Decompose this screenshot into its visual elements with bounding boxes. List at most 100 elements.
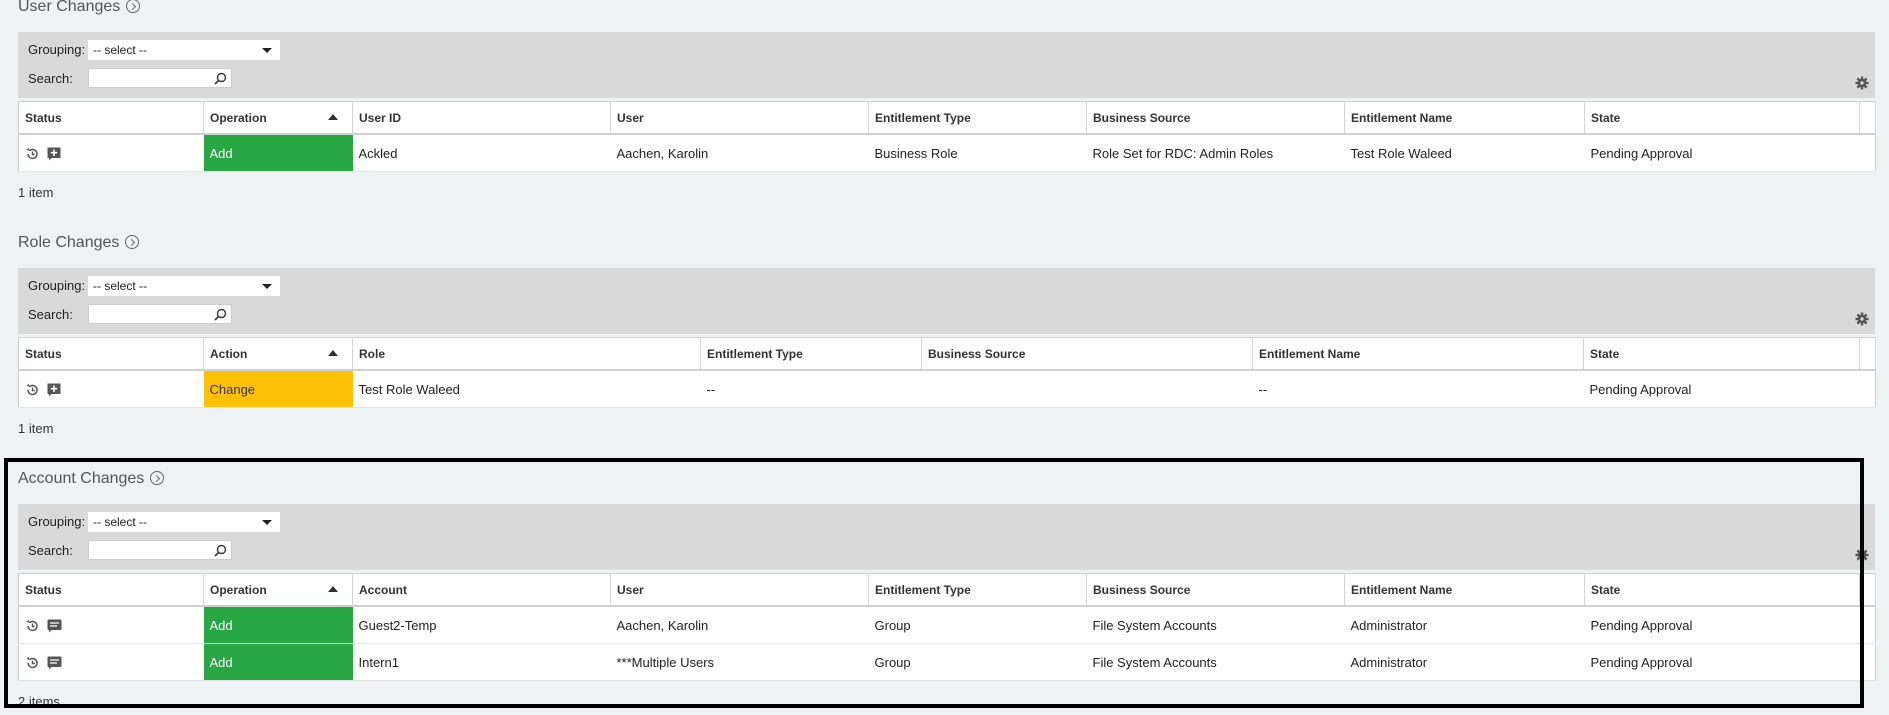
grouping-select[interactable]: -- select -- (88, 40, 280, 60)
row-spacer (1859, 134, 1876, 172)
search-icon (214, 544, 227, 557)
column-header-user[interactable]: User (610, 573, 869, 607)
table-row[interactable]: Add Intern1 ***Multiple Users Group File… (18, 643, 1876, 681)
comment-icon[interactable] (47, 619, 62, 633)
grouping-select[interactable]: -- select -- (88, 512, 280, 532)
user-changes-toolbar: Grouping: -- select -- Search: (18, 32, 1875, 98)
business-source-link[interactable]: File System Accounts (1086, 643, 1345, 681)
gear-icon[interactable] (1855, 312, 1869, 326)
business-source-cell (921, 370, 1253, 408)
status-cell (18, 606, 204, 644)
column-header-business-source[interactable]: Business Source (921, 337, 1253, 371)
table-header-row: Status Operation Account User Entitlemen… (18, 573, 1876, 607)
entitlement-name-link[interactable]: Administrator (1344, 643, 1585, 681)
user-id-cell: Ackled (352, 134, 611, 172)
account-link[interactable]: Intern1 (352, 643, 611, 681)
gear-icon[interactable] (1855, 548, 1869, 562)
search-input[interactable] (88, 304, 232, 324)
navigate-icon[interactable] (126, 0, 141, 13)
search-input[interactable] (88, 540, 232, 560)
status-cell (18, 643, 204, 681)
item-count: 1 item (18, 185, 54, 200)
status-cell (18, 134, 204, 172)
role-link[interactable]: Test Role Waleed (352, 370, 701, 408)
column-header-user-id[interactable]: User ID (352, 101, 611, 135)
action-badge: Change (203, 370, 353, 408)
operation-badge: Add (203, 606, 353, 644)
column-header-operation[interactable]: Operation (203, 101, 353, 135)
row-spacer (1859, 643, 1876, 681)
business-source-link[interactable]: Role Set for RDC: Admin Roles (1086, 134, 1345, 172)
column-header-entitlement-type[interactable]: Entitlement Type (700, 337, 922, 371)
navigate-icon[interactable] (125, 235, 140, 249)
column-header-entitlement-type[interactable]: Entitlement Type (868, 101, 1087, 135)
table-row[interactable]: Add Ackled Aachen, Karolin Business Role… (18, 134, 1876, 172)
role-changes-table: Status Action Role Entitlement Type Busi… (18, 337, 1876, 408)
sort-ascending-icon (328, 586, 338, 592)
state-cell: Pending Approval (1584, 643, 1860, 681)
grouping-select[interactable]: -- select -- (88, 276, 280, 296)
table-row[interactable]: Change Test Role Waleed -- -- Pending Ap… (18, 370, 1876, 408)
account-changes-title[interactable]: Account Changes (18, 469, 165, 489)
sort-ascending-icon (328, 350, 338, 356)
grouping-label: Grouping: (28, 278, 86, 293)
column-header-state[interactable]: State (1584, 101, 1860, 135)
business-source-link[interactable]: File System Accounts (1086, 606, 1345, 644)
column-header-entitlement-type[interactable]: Entitlement Type (868, 573, 1087, 607)
column-header-role[interactable]: Role (352, 337, 701, 371)
column-header-spacer (1859, 573, 1876, 607)
column-header-entitlement-name[interactable]: Entitlement Name (1344, 101, 1585, 135)
role-changes-toolbar: Grouping: -- select -- Search: (18, 268, 1875, 334)
add-comment-icon[interactable] (47, 383, 61, 397)
history-icon[interactable] (25, 147, 39, 161)
user-link[interactable]: Aachen, Karolin (610, 134, 869, 172)
history-icon[interactable] (25, 656, 39, 670)
navigate-icon[interactable] (150, 471, 165, 485)
column-header-label: Operation (210, 582, 267, 597)
comment-icon[interactable] (47, 656, 62, 670)
column-header-user[interactable]: User (610, 101, 869, 135)
search-label: Search: (28, 71, 73, 86)
grouping-label: Grouping: (28, 514, 86, 529)
column-header-account[interactable]: Account (352, 573, 611, 607)
entitlement-name-link[interactable]: Administrator (1344, 606, 1585, 644)
role-changes-title[interactable]: Role Changes (18, 233, 140, 253)
column-header-entitlement-name[interactable]: Entitlement Name (1252, 337, 1584, 371)
item-count: 1 item (18, 421, 54, 436)
search-input[interactable] (88, 68, 232, 88)
row-spacer (1859, 370, 1876, 408)
user-changes-table: Status Operation User ID User Entitlemen… (18, 101, 1876, 172)
account-changes-title-text: Account Changes (18, 470, 145, 487)
column-header-business-source[interactable]: Business Source (1086, 101, 1345, 135)
table-row[interactable]: Add Guest2-Temp Aachen, Karolin Group Fi… (18, 606, 1876, 644)
history-icon[interactable] (25, 619, 39, 633)
operation-badge: Add (203, 643, 353, 681)
column-header-state[interactable]: State (1584, 573, 1860, 607)
column-header-business-source[interactable]: Business Source (1086, 573, 1345, 607)
column-header-action[interactable]: Action (203, 337, 353, 371)
state-cell: Pending Approval (1584, 606, 1860, 644)
entitlement-name-link[interactable]: Test Role Waleed (1344, 134, 1585, 172)
column-header-entitlement-name[interactable]: Entitlement Name (1344, 573, 1585, 607)
entitlement-type-cell: Group (868, 606, 1087, 644)
column-header-state[interactable]: State (1583, 337, 1860, 371)
history-icon[interactable] (25, 383, 39, 397)
gear-icon[interactable] (1855, 76, 1869, 90)
account-changes-table: Status Operation Account User Entitlemen… (18, 573, 1876, 681)
table-header-row: Status Operation User ID User Entitlemen… (18, 101, 1876, 135)
chevron-down-icon (262, 284, 272, 289)
add-comment-icon[interactable] (47, 147, 61, 161)
column-header-status[interactable]: Status (18, 101, 204, 135)
grouping-select-value: -- select -- (93, 279, 147, 293)
user-changes-title[interactable]: User Changes (18, 0, 141, 17)
table-header-row: Status Action Role Entitlement Type Busi… (18, 337, 1876, 371)
role-changes-title-text: Role Changes (18, 234, 120, 251)
state-cell: Pending Approval (1584, 134, 1860, 172)
chevron-down-icon (262, 520, 272, 525)
column-header-status[interactable]: Status (18, 573, 204, 607)
column-header-operation[interactable]: Operation (203, 573, 353, 607)
account-changes-toolbar: Grouping: -- select -- Search: (18, 504, 1875, 570)
user-link[interactable]: Aachen, Karolin (610, 606, 869, 644)
column-header-status[interactable]: Status (18, 337, 204, 371)
account-link[interactable]: Guest2-Temp (352, 606, 611, 644)
